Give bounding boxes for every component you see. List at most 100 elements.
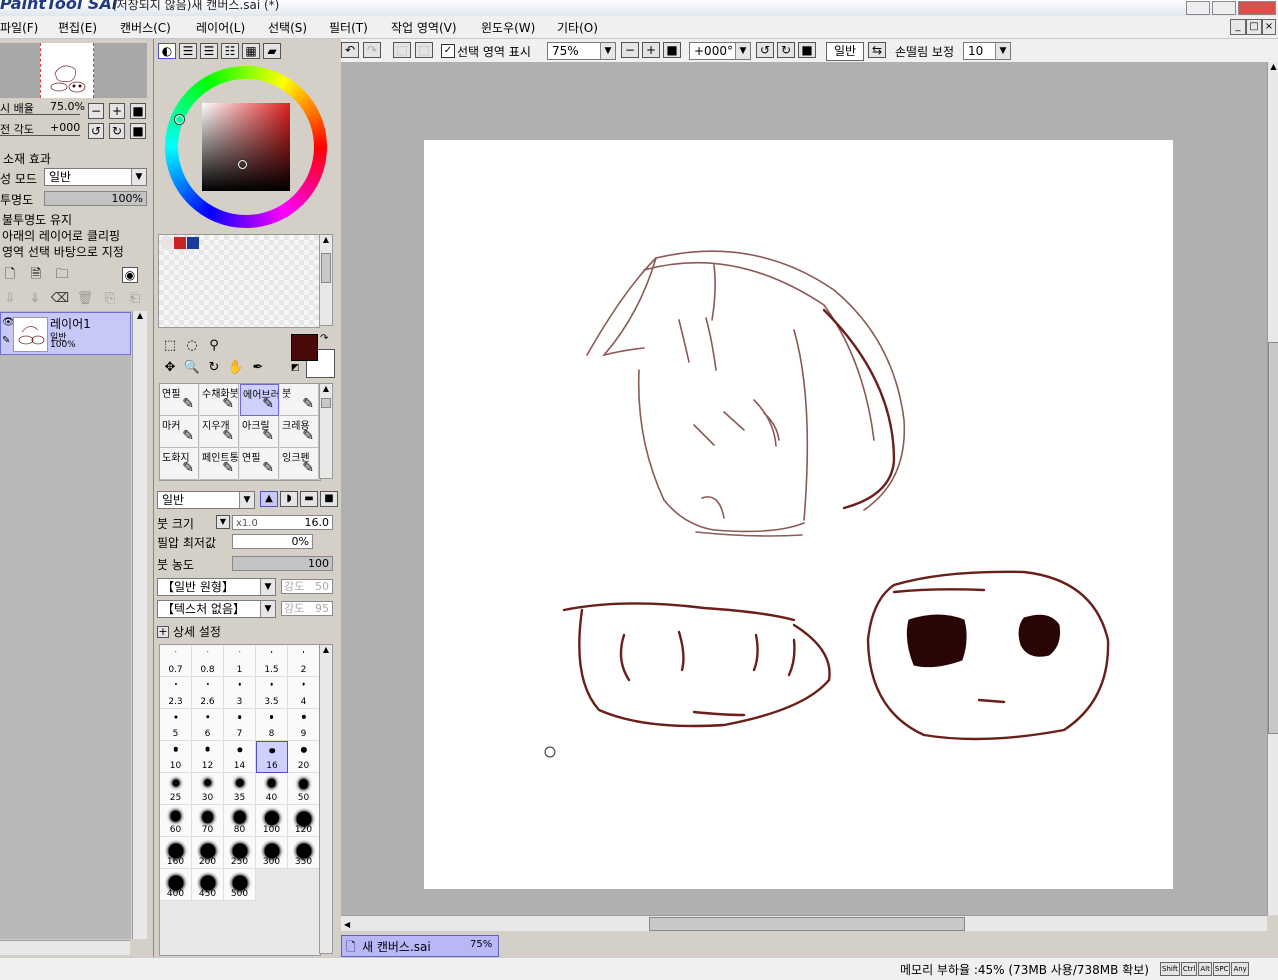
brush-size-preset[interactable]: 12 bbox=[192, 741, 224, 773]
brush-size-slider[interactable]: x1.0 16.0 bbox=[232, 515, 333, 530]
brush-size-preset[interactable]: 50 bbox=[288, 773, 320, 805]
move-icon[interactable]: ✥ bbox=[160, 358, 180, 378]
advanced-settings-toggle[interactable]: + 상세 설정 bbox=[157, 623, 221, 640]
brush-size-preset[interactable]: 2.6 bbox=[192, 677, 224, 709]
canvas-horizontal-scrollbar[interactable]: ◀ bbox=[341, 915, 1267, 931]
brush-size-preset[interactable]: 7 bbox=[224, 709, 256, 741]
menu-canvas[interactable]: 캔버스(C) bbox=[120, 19, 171, 36]
minimize-button[interactable] bbox=[1186, 1, 1210, 15]
min-pressure-slider[interactable]: 0% bbox=[232, 534, 313, 549]
menu-workspace[interactable]: 작업 영역(V) bbox=[391, 19, 457, 36]
toolbar-zoom-reset-button[interactable]: ■ bbox=[663, 42, 681, 58]
brush-size-preset[interactable]: 3 bbox=[224, 677, 256, 709]
show-selection-checkbox[interactable]: ✓ bbox=[441, 44, 455, 58]
brush-size-dropdown[interactable]: ▼ bbox=[216, 515, 230, 529]
toolbar-zoom-in-button[interactable]: + bbox=[642, 42, 660, 58]
brush-size-preset[interactable]: 100 bbox=[256, 805, 288, 837]
brush-tool[interactable]: 도화지 ✎ bbox=[160, 448, 199, 480]
brush-size-preset[interactable]: 9 bbox=[288, 709, 320, 741]
drawing-canvas[interactable] bbox=[424, 140, 1173, 889]
brush-size-preset[interactable]: 1 bbox=[224, 645, 256, 677]
brush-tool[interactable]: 크레용 ✎ bbox=[280, 416, 319, 448]
zoom-in-button[interactable]: + bbox=[109, 103, 125, 119]
color-mixer-tab-icon[interactable]: ☷ bbox=[221, 43, 239, 59]
brush-tool[interactable]: 수채화붓 ✎ bbox=[200, 384, 239, 416]
layer-list-scrollbar[interactable]: ▲ bbox=[132, 311, 147, 939]
brush-size-preset[interactable]: 300 bbox=[256, 837, 288, 869]
close-button[interactable] bbox=[1238, 1, 1276, 15]
menu-layer[interactable]: 레이어(L) bbox=[196, 19, 245, 36]
rect-select-icon[interactable]: ⬚ bbox=[160, 336, 180, 356]
brush-shape-flat-icon[interactable]: ▬ bbox=[300, 491, 318, 507]
brush-size-preset[interactable]: 400 bbox=[160, 869, 192, 901]
swatch[interactable] bbox=[161, 237, 173, 249]
size-grid-scrollbar[interactable]: ▲ bbox=[319, 644, 333, 954]
canvas-mode-button[interactable]: 일반 bbox=[826, 42, 864, 61]
invert-selection-icon[interactable]: ⬚ bbox=[415, 42, 433, 58]
deselect-icon[interactable]: ⬚ bbox=[393, 42, 411, 58]
clear-layer-icon[interactable]: ⌫ bbox=[50, 289, 70, 309]
zoom-reset-button[interactable]: ■ bbox=[130, 103, 146, 119]
hue-ring[interactable] bbox=[165, 66, 327, 228]
brush-blend-select[interactable]: 일반 ▼ bbox=[157, 491, 255, 509]
swatches-tab-icon[interactable]: ▦ bbox=[242, 43, 260, 59]
brush-size-preset[interactable]: 160 bbox=[160, 837, 192, 869]
selection-source-checkbox[interactable]: 영역 선택 바탕으로 지정 bbox=[2, 243, 124, 260]
clip-lower-layer-checkbox[interactable]: 아래의 레이어로 클리핑 bbox=[2, 227, 120, 244]
layer-list-hscrollbar[interactable] bbox=[0, 940, 130, 955]
brush-size-preset[interactable]: 350 bbox=[288, 837, 320, 869]
rotate-right-button[interactable]: ↻ bbox=[109, 123, 125, 139]
rotate-reset-button[interactable]: ■ bbox=[130, 123, 146, 139]
layer-opacity-slider[interactable]: 100% bbox=[44, 191, 147, 206]
brush-tool[interactable]: 연필 ✎ bbox=[240, 448, 279, 480]
menu-edit[interactable]: 편집(E) bbox=[58, 19, 97, 36]
copy-layer-icon[interactable]: ⎘ bbox=[100, 289, 120, 309]
brush-size-preset[interactable]: 40 bbox=[256, 773, 288, 805]
hue-picker-handle[interactable] bbox=[175, 115, 184, 124]
menu-window[interactable]: 윈도우(W) bbox=[481, 19, 535, 36]
brush-tool[interactable]: 지우개 ✎ bbox=[200, 416, 239, 448]
brush-size-preset[interactable]: 1.5 bbox=[256, 645, 288, 677]
toolbar-zoom-out-button[interactable]: − bbox=[621, 42, 639, 58]
paste-layer-icon[interactable]: ⎗ bbox=[125, 289, 145, 309]
brush-size-preset[interactable]: 0.7 bbox=[160, 645, 192, 677]
swatch-scrollbar[interactable]: ▲ bbox=[319, 234, 333, 326]
brush-size-preset[interactable]: 200 bbox=[192, 837, 224, 869]
brush-size-preset[interactable]: 20 bbox=[288, 741, 320, 773]
flip-canvas-icon[interactable]: ⇆ bbox=[868, 42, 886, 58]
brush-shape-cone-icon[interactable]: ▲ bbox=[260, 491, 278, 507]
brush-size-preset[interactable]: 2.3 bbox=[160, 677, 192, 709]
eyedropper-icon[interactable]: ✒ bbox=[248, 358, 268, 378]
brush-size-preset[interactable]: 10 bbox=[160, 741, 192, 773]
brush-tool[interactable]: 붓 ✎ bbox=[280, 384, 319, 416]
delete-layer-icon[interactable]: 🗑 bbox=[75, 289, 95, 309]
mdi-minimize-button[interactable]: _ bbox=[1230, 19, 1246, 35]
canvas-angle-select[interactable]: +000° ▼ bbox=[689, 42, 751, 60]
scratchpad-tab-icon[interactable]: ▰ bbox=[263, 43, 281, 59]
brush-size-preset[interactable]: 80 bbox=[224, 805, 256, 837]
layer-row[interactable]: 👁 ✎ 레이어1 일반 100% bbox=[0, 312, 131, 355]
hsv-slider-tab-icon[interactable]: ☰ bbox=[200, 43, 218, 59]
brush-size-preset[interactable]: 25 bbox=[160, 773, 192, 805]
brush-size-preset[interactable]: 5 bbox=[160, 709, 192, 741]
swatch[interactable] bbox=[174, 237, 186, 249]
new-layer-icon[interactable]: 🗋 bbox=[0, 265, 20, 285]
brush-size-preset[interactable]: 0.8 bbox=[192, 645, 224, 677]
toolbar-rotate-reset-button[interactable]: ■ bbox=[798, 42, 816, 58]
brush-tool[interactable]: 에어브러시✎ bbox=[240, 384, 279, 416]
zoom-icon[interactable]: 🔍 bbox=[182, 358, 202, 378]
swatch-grid[interactable] bbox=[158, 234, 320, 328]
brush-size-preset[interactable]: 500 bbox=[224, 869, 256, 901]
toolbar-rotate-left-button[interactable]: ↺ bbox=[756, 42, 774, 58]
undo-icon[interactable]: ↶ bbox=[341, 42, 359, 58]
brush-density-slider[interactable]: 100 bbox=[232, 556, 333, 571]
hand-icon[interactable]: ✋ bbox=[226, 358, 246, 378]
navigator-zoom-slider[interactable] bbox=[0, 114, 80, 115]
brush-size-preset[interactable]: 450 bbox=[192, 869, 224, 901]
navigator-preview[interactable] bbox=[0, 43, 147, 98]
brush-size-preset[interactable]: 2 bbox=[288, 645, 320, 677]
new-folder-icon[interactable]: 🗀 bbox=[52, 265, 72, 285]
brush-shape-select[interactable]: 【일반 원형】 ▼ bbox=[157, 578, 276, 596]
brush-size-preset[interactable]: 120 bbox=[288, 805, 320, 837]
brush-grid-scrollbar[interactable]: ▲ bbox=[319, 383, 333, 479]
